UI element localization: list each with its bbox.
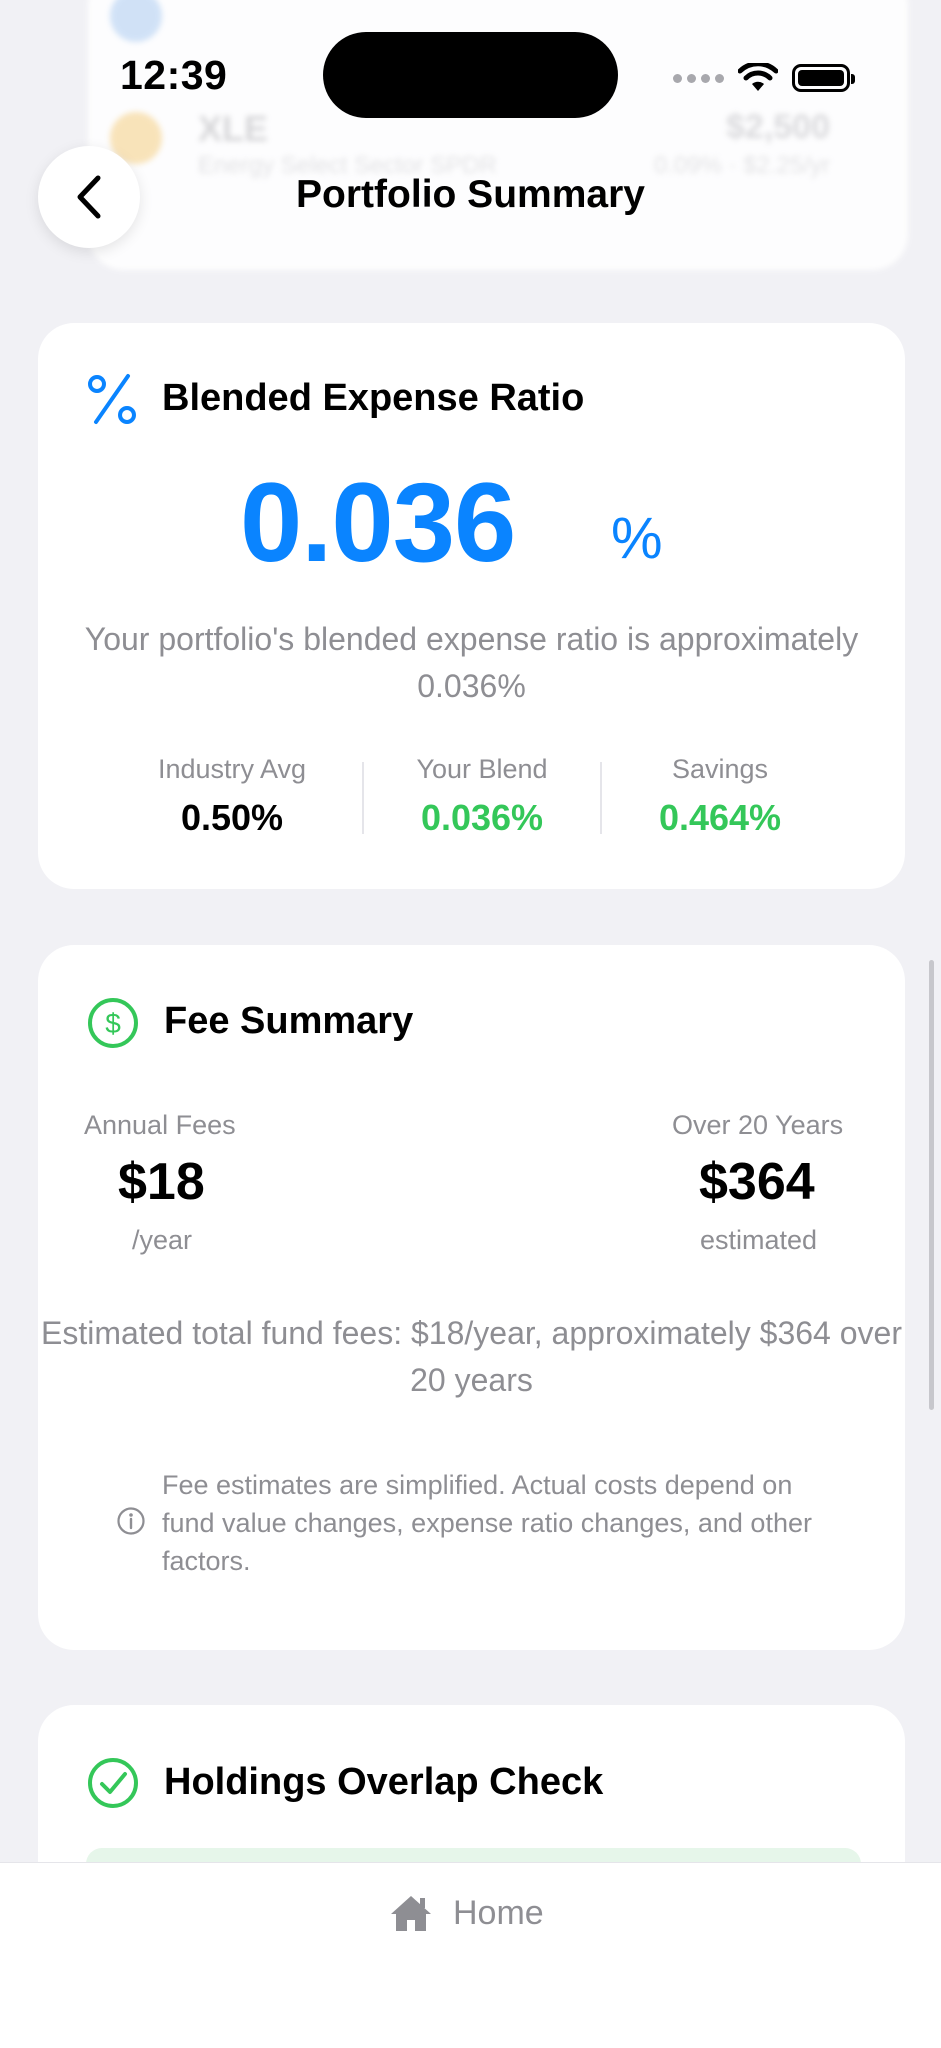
stat-savings: Savings 0.464% bbox=[600, 754, 840, 839]
stat-value: 0.50% bbox=[180, 797, 284, 838]
tab-home[interactable]: Home bbox=[389, 1893, 544, 1933]
stat-industry-avg: Industry Avg 0.50% bbox=[112, 754, 352, 839]
tab-home-label: Home bbox=[453, 1893, 544, 1932]
dynamic-island bbox=[323, 32, 618, 118]
info-icon bbox=[117, 1507, 145, 1535]
battery-icon bbox=[792, 64, 855, 92]
annual-fees-label: Annual Fees bbox=[84, 1110, 236, 1140]
twenty-year-label: Over 20 Years bbox=[672, 1110, 844, 1140]
twenty-year-sub: estimated bbox=[700, 1225, 818, 1255]
stat-value: 0.036% bbox=[420, 797, 544, 838]
annual-fees-unit: /year bbox=[132, 1225, 193, 1255]
annual-fees-amount: $18 bbox=[118, 1153, 205, 1211]
fee-disclaimer-note: Fee estimates are simplified. Actual cos… bbox=[162, 1470, 812, 1576]
status-indicators bbox=[673, 58, 855, 98]
stat-value: 0.464% bbox=[658, 797, 782, 838]
overlap-card-title: Holdings Overlap Check bbox=[164, 1761, 604, 1803]
stat-label: Savings bbox=[671, 754, 769, 784]
stat-your-blend: Your Blend 0.036% bbox=[362, 754, 602, 839]
expense-card-title: Blended Expense Ratio bbox=[162, 377, 585, 419]
fee-card-title: Fee Summary bbox=[164, 1000, 414, 1042]
cellular-signal-icon bbox=[673, 73, 724, 83]
check-circle-icon bbox=[88, 1758, 138, 1808]
wifi-icon bbox=[738, 63, 778, 91]
blended-ratio-value: 0.036 bbox=[240, 460, 516, 585]
page-title: Portfolio Summary bbox=[296, 173, 645, 216]
home-icon bbox=[391, 1896, 431, 1931]
scrollbar[interactable] bbox=[929, 960, 934, 1410]
percent-icon bbox=[88, 374, 136, 424]
blended-ratio-unit: % bbox=[611, 506, 663, 571]
blurred-fund-icon bbox=[110, 0, 162, 42]
expense-ratio-description: Your portfolio's blended expense ratio i… bbox=[84, 621, 859, 704]
dollar-circle-icon: $ bbox=[88, 998, 138, 1048]
twenty-year-amount: $364 bbox=[699, 1153, 815, 1211]
stat-label: Your Blend bbox=[416, 754, 548, 784]
blurred-holding-row: XLE Energy Select Sector SPDR $2,500 0.0… bbox=[110, 108, 850, 179]
tab-bar: Home bbox=[0, 1862, 941, 2048]
stat-label: Industry Avg bbox=[157, 754, 307, 784]
blurred-amount: $2,500 bbox=[726, 108, 830, 146]
svg-text:$: $ bbox=[105, 1008, 121, 1039]
portfolio-summary-screen: XLE Energy Select Sector SPDR $2,500 0.0… bbox=[0, 0, 941, 2048]
status-time: 12:39 bbox=[120, 52, 228, 98]
fee-description: Estimated total fund fees: $18/year, app… bbox=[41, 1315, 902, 1398]
blurred-ticker: XLE bbox=[198, 108, 269, 149]
